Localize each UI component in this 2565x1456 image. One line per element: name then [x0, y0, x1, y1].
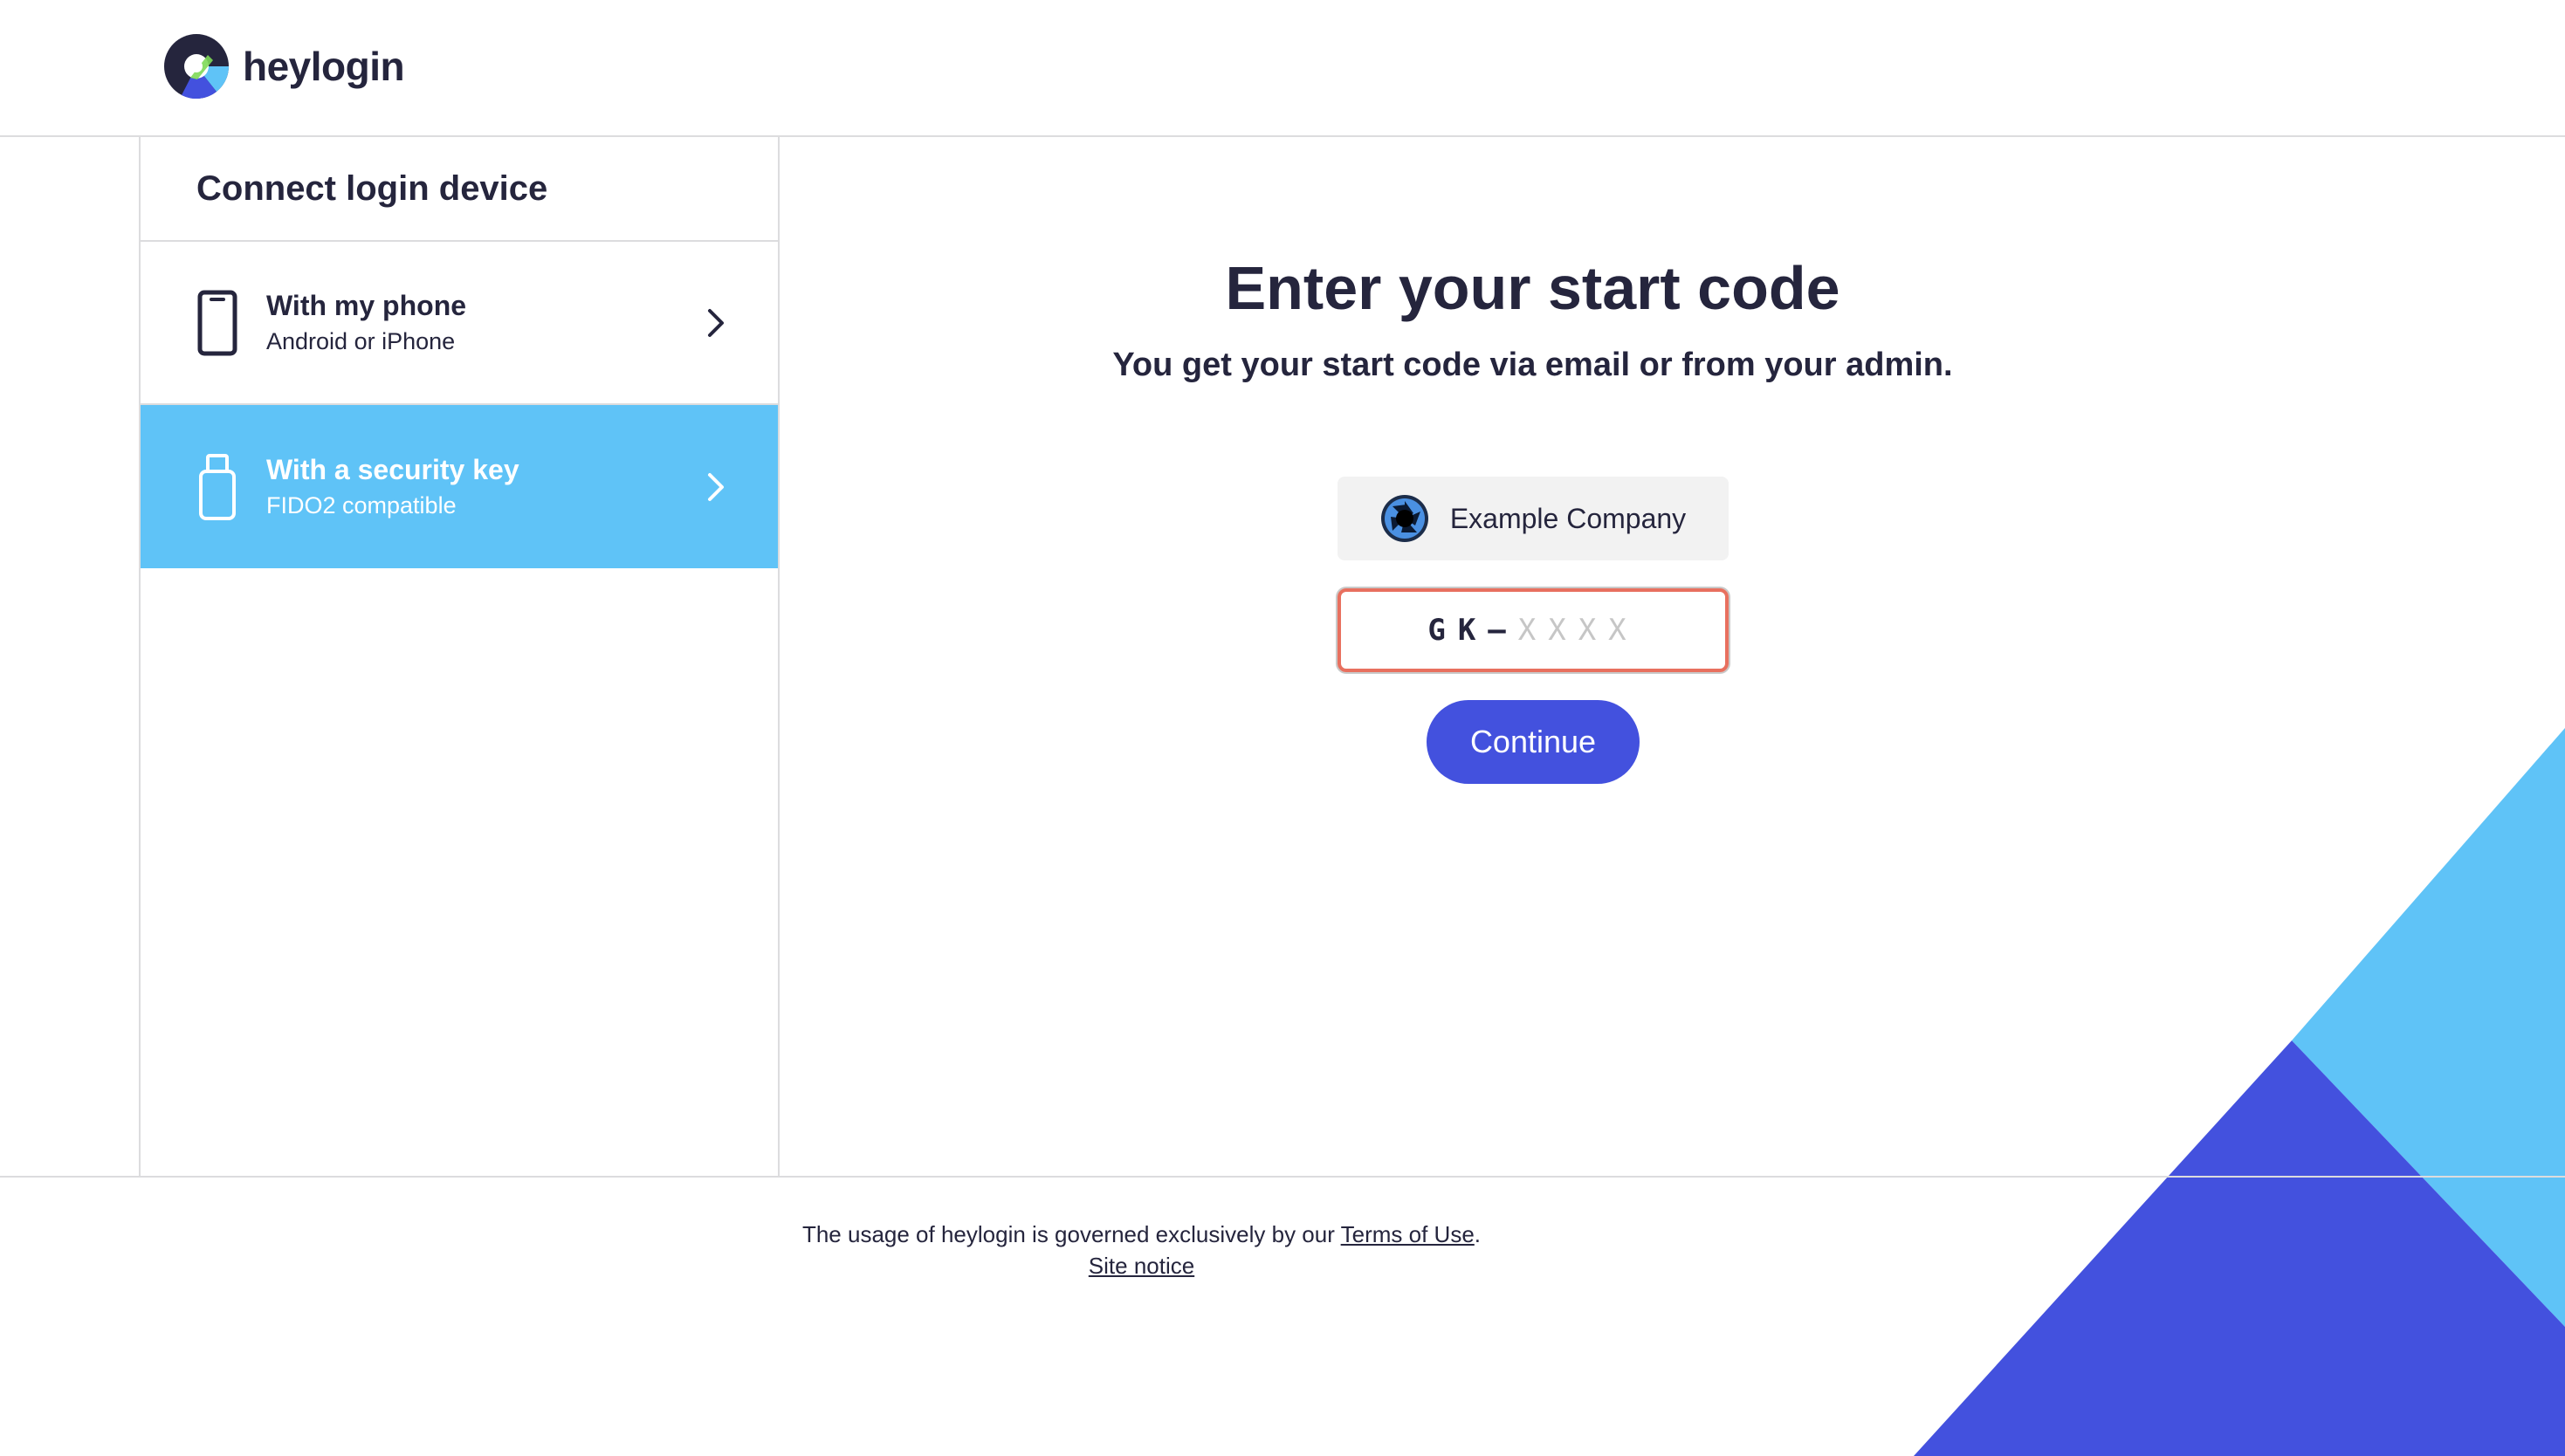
option-key-title: With a security key — [266, 453, 519, 485]
footer-divider — [0, 1176, 2565, 1178]
site-notice-link[interactable]: Site notice — [1089, 1253, 1194, 1279]
heylogin-logo-icon — [164, 34, 229, 99]
option-with-security-key[interactable]: With a security key FIDO2 compatible — [141, 405, 778, 568]
continue-button[interactable]: Continue — [1427, 700, 1640, 784]
option-key-subtitle: FIDO2 compatible — [266, 491, 457, 519]
footer-text: The usage of heylogin is governed exclus… — [801, 1221, 1341, 1247]
footer-period: . — [1474, 1221, 1482, 1247]
chevron-right-icon — [708, 472, 724, 501]
terms-of-use-link[interactable]: Terms of Use — [1341, 1221, 1475, 1247]
login-device-sidebar: Connect login device With my phone Andro… — [139, 137, 780, 1177]
footer: The usage of heylogin is governed exclus… — [0, 1219, 2283, 1281]
start-code-input[interactable]: GK– XXXX — [1338, 588, 1729, 672]
code-placeholder: XXXX — [1517, 613, 1639, 648]
company-name: Example Company — [1449, 502, 1687, 534]
heylogin-logo[interactable]: heylogin — [164, 34, 405, 99]
logo-wordmark: heylogin — [243, 44, 405, 89]
company-badge: Example Company — [1338, 477, 1729, 560]
usb-key-icon — [196, 452, 238, 522]
top-bar: heylogin — [0, 0, 2565, 137]
sidebar-title: Connect login device — [141, 137, 778, 242]
option-with-phone[interactable]: With my phone Android or iPhone — [141, 242, 778, 405]
option-phone-title: With my phone — [266, 289, 467, 321]
option-phone-subtitle: Android or iPhone — [266, 327, 456, 354]
phone-icon — [196, 288, 238, 358]
code-prefix: GK– — [1427, 613, 1518, 648]
page-subtitle: You get your start code via email or fro… — [1112, 347, 1953, 383]
chevron-right-icon — [708, 308, 724, 337]
page-title: Enter your start code — [1225, 254, 1840, 322]
aperture-icon — [1380, 495, 1428, 542]
